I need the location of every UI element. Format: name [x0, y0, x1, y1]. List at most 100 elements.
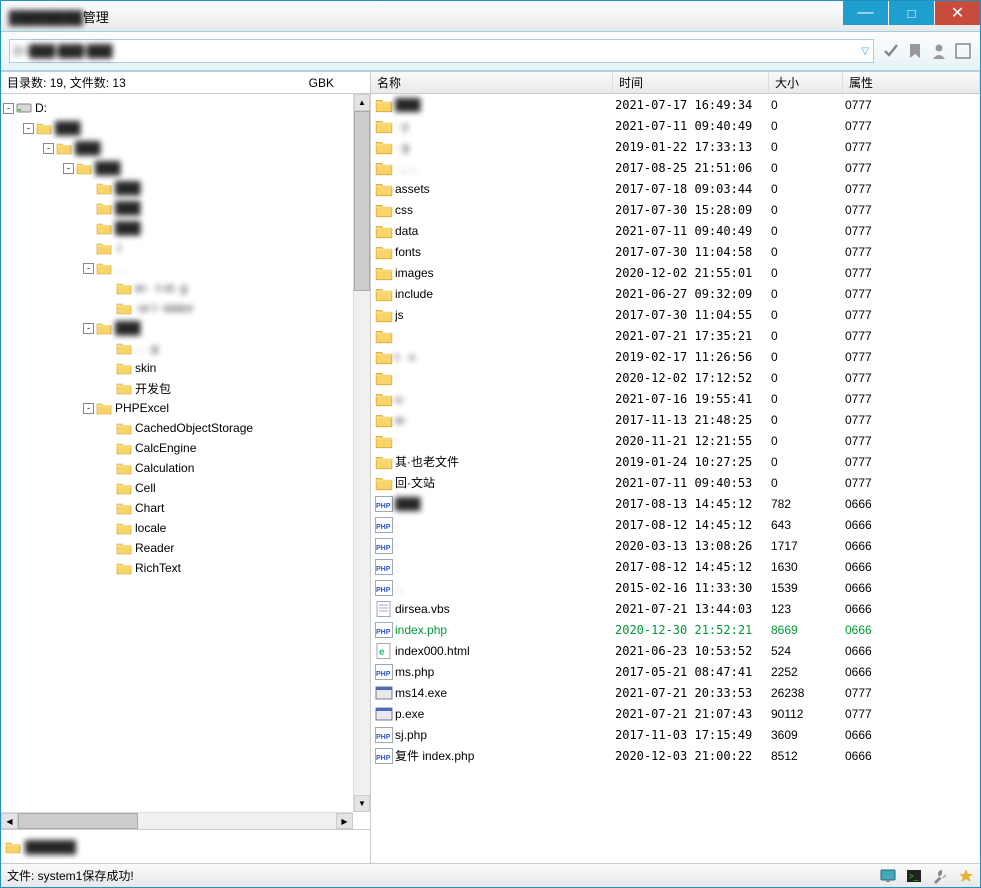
- tree-horizontal-scrollbar[interactable]: ◀ ▶: [1, 812, 353, 829]
- file-row[interactable]: 其·也老文件2019-01-24 10:27:2500777: [371, 451, 980, 472]
- tree-node[interactable]: Reader: [3, 538, 368, 558]
- file-row[interactable]: t· ·c2019-02-17 11:26:5600777: [371, 346, 980, 367]
- tree-node[interactable]: -. .: [3, 258, 368, 278]
- tree-node[interactable]: ███: [3, 178, 368, 198]
- file-row[interactable]: ·2021-07-21 17:35:2100777: [371, 325, 980, 346]
- file-row[interactable]: ms14.exe2021-07-21 20:33:53262380777: [371, 682, 980, 703]
- tree-node[interactable]: CalcEngine: [3, 438, 368, 458]
- toggle-icon[interactable]: -: [23, 123, 34, 134]
- file-row[interactable]: · g2019-01-22 17:33:1300777: [371, 136, 980, 157]
- tree-drive[interactable]: -D:: [3, 98, 368, 118]
- tree-node[interactable]: -███: [3, 318, 368, 338]
- close-button[interactable]: ✕: [935, 1, 980, 25]
- tree-node[interactable]: er· ·t·el. g: [3, 278, 368, 298]
- titlebar[interactable]: ████████管理 — □ ✕: [1, 1, 980, 31]
- file-row[interactable]: js2017-07-30 11:04:5500777: [371, 304, 980, 325]
- col-name[interactable]: 名称: [371, 72, 613, 93]
- file-row[interactable]: index.php2020-12-30 21:52:2186690666: [371, 619, 980, 640]
- file-row[interactable]: ·2020-11-21 12:21:5500777: [371, 430, 980, 451]
- tree-node[interactable]: ·or·l ·idator: [3, 298, 368, 318]
- file-row[interactable]: assets2017-07-18 09:03:4400777: [371, 178, 980, 199]
- file-attr: 0777: [845, 98, 980, 112]
- folder-icon: [116, 361, 132, 375]
- file-row[interactable]: include2021-06-27 09:32:0900777: [371, 283, 980, 304]
- tree-node[interactable]: skin: [3, 358, 368, 378]
- file-row[interactable]: ·2017-08-12 14:45:126430666: [371, 514, 980, 535]
- file-row[interactable]: ·2020-12-02 17:12:5200777: [371, 367, 980, 388]
- toggle-icon[interactable]: -: [43, 143, 54, 154]
- check-icon[interactable]: [882, 42, 900, 60]
- folder-icon: [375, 181, 393, 197]
- file-row[interactable]: index000.html2021-06-23 10:53:525240666: [371, 640, 980, 661]
- toggle-icon[interactable]: -: [63, 163, 74, 174]
- tree-node[interactable]: -PHPExcel: [3, 398, 368, 418]
- scroll-up-arrow[interactable]: ▲: [354, 94, 370, 111]
- tree-node[interactable]: -███: [3, 138, 368, 158]
- file-row[interactable]: ·.2015-02-16 11:33:3015390666: [371, 577, 980, 598]
- tree-node[interactable]: Chart: [3, 498, 368, 518]
- tree-node[interactable]: . . .g: [3, 338, 368, 358]
- tool-icon[interactable]: [932, 868, 948, 884]
- maximize-button[interactable]: □: [889, 1, 934, 25]
- file-row[interactable]: · , ·.2017-08-25 21:51:0600777: [371, 157, 980, 178]
- tree-node[interactable]: Calculation: [3, 458, 368, 478]
- file-row[interactable]: data2021-07-11 09:40:4900777: [371, 220, 980, 241]
- tree-node[interactable]: ███: [3, 198, 368, 218]
- file-name: · , ·.: [395, 161, 615, 175]
- minimize-button[interactable]: —: [843, 1, 888, 25]
- scroll-down-arrow[interactable]: ▼: [354, 795, 370, 812]
- scroll-thumb[interactable]: [354, 111, 370, 291]
- file-row[interactable]: ms.php2017-05-21 08:47:4122520666: [371, 661, 980, 682]
- tree-node[interactable]: ███: [3, 218, 368, 238]
- toggle-icon[interactable]: -: [3, 103, 14, 114]
- scroll-thumb-h[interactable]: [18, 813, 138, 829]
- file-row[interactable]: 复件 index.php2020-12-03 21:00:2285120666: [371, 745, 980, 766]
- file-row[interactable]: ███2017-08-13 14:45:127820666: [371, 493, 980, 514]
- folder-tree[interactable]: -D:-███-███-████████████.l-. .er· ·t·el.…: [1, 94, 370, 582]
- file-name: js: [395, 308, 615, 322]
- file-time: 2020-12-02 21:55:01: [615, 266, 771, 280]
- file-row[interactable]: u·2021-07-16 19:55:4100777: [371, 388, 980, 409]
- bookmark-icon[interactable]: [906, 42, 924, 60]
- tree-node[interactable]: .l: [3, 238, 368, 258]
- star-icon[interactable]: [958, 868, 974, 884]
- file-time: 2017-08-12 14:45:12: [615, 518, 771, 532]
- file-row[interactable]: w·2017-11-13 21:48:2500777: [371, 409, 980, 430]
- tree-node[interactable]: RichText: [3, 558, 368, 578]
- toggle-icon[interactable]: -: [83, 323, 94, 334]
- square-icon[interactable]: [954, 42, 972, 60]
- user-icon[interactable]: [930, 42, 948, 60]
- tree-node[interactable]: CachedObjectStorage: [3, 418, 368, 438]
- file-row[interactable]: ·2017-08-12 14:45:1216300666: [371, 556, 980, 577]
- terminal-icon[interactable]: [906, 868, 922, 884]
- file-list[interactable]: ███2021-07-17 16:49:3400777· y2021-07-11…: [371, 94, 980, 863]
- col-time[interactable]: 时间: [613, 72, 769, 93]
- toggle-icon[interactable]: -: [83, 263, 94, 274]
- file-row[interactable]: dirsea.vbs2021-07-21 13:44:031230666: [371, 598, 980, 619]
- file-row[interactable]: 回·文站2021-07-11 09:40:5300777: [371, 472, 980, 493]
- tree-node[interactable]: locale: [3, 518, 368, 538]
- monitor-icon[interactable]: [880, 868, 896, 884]
- tree-node[interactable]: Cell: [3, 478, 368, 498]
- tree-label: ·or·l ·idator: [135, 301, 194, 315]
- col-attr[interactable]: 属性: [843, 72, 980, 93]
- tree-node[interactable]: -███: [3, 158, 368, 178]
- tree-node[interactable]: -███: [3, 118, 368, 138]
- file-row[interactable]: images2020-12-02 21:55:0100777: [371, 262, 980, 283]
- file-row[interactable]: p.exe2021-07-21 21:07:43901120777: [371, 703, 980, 724]
- col-size[interactable]: 大小: [769, 72, 843, 93]
- scroll-left-arrow[interactable]: ◀: [1, 813, 18, 829]
- tree-node[interactable]: 开发包: [3, 378, 368, 398]
- file-row[interactable]: · y2021-07-11 09:40:4900777: [371, 115, 980, 136]
- file-row[interactable]: fonts2017-07-30 11:04:5800777: [371, 241, 980, 262]
- file-name: 回·文站: [395, 474, 615, 491]
- tree-vertical-scrollbar[interactable]: ▲ ▼: [353, 94, 370, 812]
- scroll-right-arrow[interactable]: ▶: [336, 813, 353, 829]
- file-row[interactable]: sj.php2017-11-03 17:15:4936090666: [371, 724, 980, 745]
- address-bar[interactable]: D:\███\███\███ ▽: [9, 39, 874, 63]
- file-row[interactable]: ·2020-03-13 13:08:2617170666: [371, 535, 980, 556]
- address-dropdown-icon[interactable]: ▽: [861, 46, 869, 57]
- file-row[interactable]: ███2021-07-17 16:49:3400777: [371, 94, 980, 115]
- file-row[interactable]: css2017-07-30 15:28:0900777: [371, 199, 980, 220]
- toggle-icon[interactable]: -: [83, 403, 94, 414]
